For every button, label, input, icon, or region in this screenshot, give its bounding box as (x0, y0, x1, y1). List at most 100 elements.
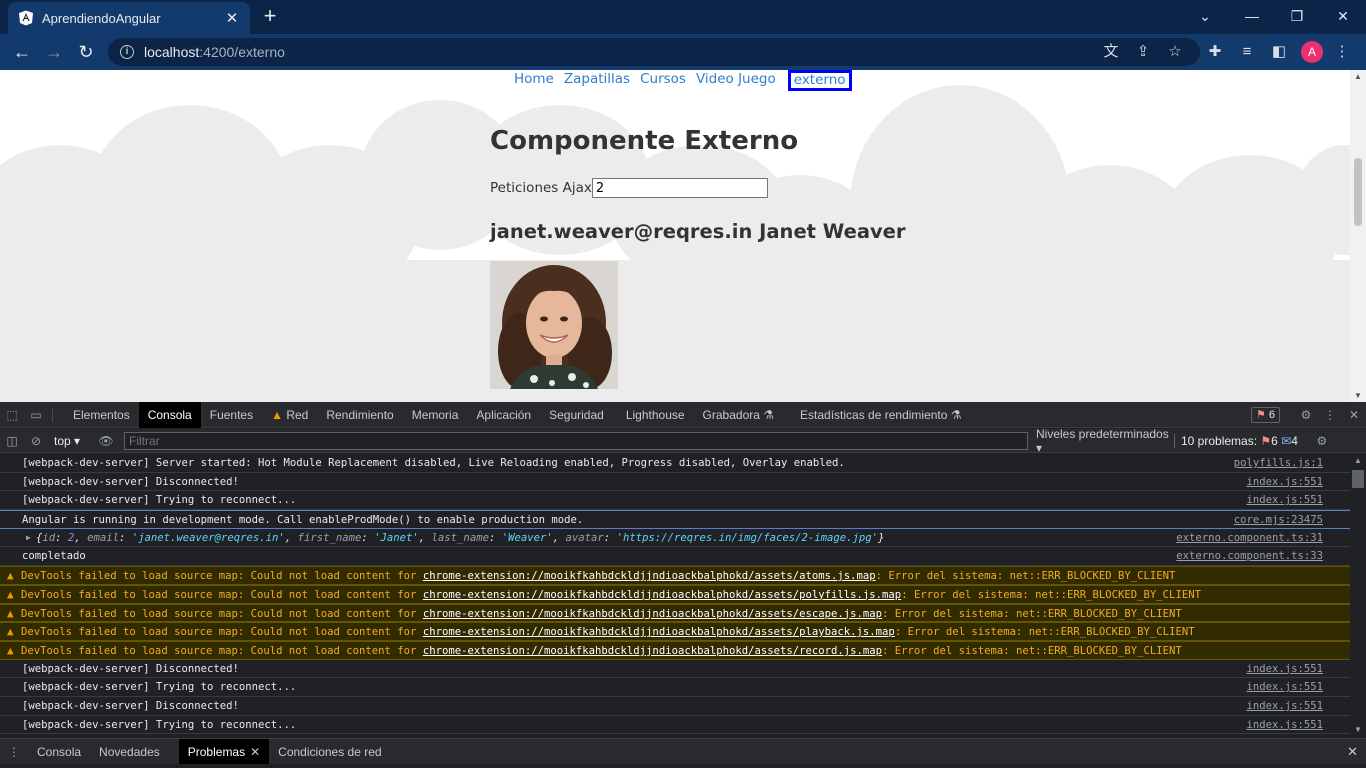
close-tab-icon[interactable]: ✕ (250, 745, 260, 759)
scroll-down-arrow-icon[interactable]: ▼ (1350, 725, 1366, 734)
log-source-link[interactable]: index.js:551 (1246, 716, 1323, 734)
url-host: localhost (144, 44, 200, 60)
error-flag-icon: ⚑ (1260, 433, 1272, 448)
log-source-link[interactable]: index.js:551 (1246, 491, 1323, 509)
scroll-up-arrow-icon[interactable]: ▲ (1350, 456, 1366, 465)
tab-search-icon[interactable]: ⌄ (1193, 5, 1217, 29)
nav-link-zapatillas[interactable]: Zapatillas (560, 70, 634, 91)
expand-caret-icon[interactable]: ▶ (26, 529, 31, 547)
console-scrollbar[interactable]: ▲ ▼ (1350, 454, 1366, 736)
warning-prefix: DevTools failed to load source map: Coul… (21, 644, 417, 657)
tab-consola[interactable]: Consola (138, 401, 201, 428)
side-panel-icon[interactable]: ◧ (1269, 42, 1289, 62)
warning-url-link[interactable]: chrome-extension://mooikfkahbdckldjjndio… (423, 589, 901, 601)
ajax-label: Peticiones Ajax (490, 180, 592, 196)
error-count: 6 (1268, 409, 1275, 421)
console-log-line: [webpack-dev-server] Disconnected! index.… (0, 660, 1350, 679)
log-source-link[interactable]: core.mjs:23475 (1234, 511, 1323, 528)
tab-fuentes[interactable]: Fuentes (201, 402, 262, 428)
error-count-badge[interactable]: ⚑ 6 (1250, 407, 1280, 423)
log-source-link[interactable]: index.js:551 (1246, 473, 1323, 491)
sidebar-toggle-icon[interactable]: ◫ (0, 434, 24, 448)
log-levels-select[interactable]: Niveles predeterminados ▾ (1036, 427, 1174, 455)
tab-estadisticas[interactable]: Estadísticas de rendimiento ⚗ (791, 402, 971, 428)
forward-button[interactable]: → (42, 40, 66, 64)
ajax-user-id-input[interactable] (591, 178, 768, 198)
warning-icon: ▲ (7, 625, 14, 639)
inspect-element-icon[interactable]: ⬚ (0, 402, 24, 428)
nav-link-video-juego[interactable]: Video Juego (692, 70, 780, 91)
browser-tab[interactable]: AprendiendoAngular ✕ (8, 2, 250, 34)
translate-icon[interactable]: 文 (1101, 42, 1121, 62)
drawer-tab-problemas[interactable]: Problemas ✕ (178, 738, 270, 765)
page-scroll-thumb[interactable] (1354, 158, 1362, 226)
share-icon[interactable]: ⇪ (1133, 42, 1153, 62)
restore-button[interactable]: ❐ (1285, 5, 1309, 29)
nav-link-externo[interactable]: externo (787, 70, 852, 91)
scroll-up-arrow-icon[interactable]: ▲ (1350, 72, 1366, 81)
log-source-link[interactable]: polyfills.js:1 (1234, 454, 1323, 472)
reload-button[interactable]: ↻ (74, 40, 98, 64)
back-button[interactable]: ← (10, 40, 34, 64)
log-source-link[interactable]: index.js:551 (1246, 660, 1323, 678)
console-log-line: [webpack-dev-server] Server started: Hot… (0, 454, 1350, 473)
drawer-tab-consola[interactable]: Consola (28, 739, 90, 765)
drawer-tab-bar: ⋮ Consola Novedades Problemas ✕ Condicion… (0, 738, 1366, 765)
problems-counter[interactable]: 10 problemas: ⚑6 ✉4 (1174, 433, 1298, 448)
drawer-tab-condiciones-red[interactable]: Condiciones de red (269, 739, 390, 765)
log-source-link[interactable]: externo.component.ts:31 (1176, 529, 1323, 547)
close-devtools-icon[interactable]: ✕ (1342, 402, 1366, 428)
console-warning-line: ▲ DevTools failed to load source map: Cou… (0, 640, 1350, 660)
drawer-tab-novedades[interactable]: Novedades (90, 739, 169, 765)
log-source-link[interactable]: externo.component.ts:33 (1176, 547, 1323, 565)
tab-seguridad[interactable]: Seguridad (540, 402, 613, 428)
warning-prefix: DevTools failed to load source map: Coul… (21, 607, 417, 620)
problems-info: 4 (1291, 433, 1298, 448)
close-tab-icon[interactable]: ✕ (224, 9, 240, 27)
tab-elementos[interactable]: Elementos (64, 402, 139, 428)
page-scrollbar[interactable]: ▲ ▼ (1350, 70, 1366, 402)
new-tab-button[interactable]: + (258, 5, 282, 29)
problems-errors: 6 (1271, 433, 1278, 448)
tab-rendimiento[interactable]: Rendimiento (317, 402, 402, 428)
scroll-down-arrow-icon[interactable]: ▼ (1350, 391, 1366, 400)
console-scroll-thumb[interactable] (1352, 470, 1364, 488)
reading-list-icon[interactable]: ≡ (1237, 42, 1257, 62)
clear-console-icon[interactable]: ⊘ (24, 434, 48, 448)
context-select[interactable]: top ▾ (48, 434, 94, 448)
nav-link-cursos[interactable]: Cursos (636, 70, 690, 91)
device-toolbar-icon[interactable]: ▭ (24, 402, 48, 428)
tab-aplicacion[interactable]: Aplicación (467, 402, 540, 428)
devtools-menu-icon[interactable]: ⋮ (1318, 402, 1342, 428)
browser-menu-icon[interactable]: ⋮ (1332, 42, 1352, 62)
tab-lighthouse[interactable]: Lighthouse (617, 402, 694, 428)
close-window-button[interactable]: ✕ (1331, 5, 1355, 29)
warning-url-link[interactable]: chrome-extension://mooikfkahbdckldjjndio… (423, 570, 876, 582)
console-object-line[interactable]: ▶ {id: 2, email: 'janet.weaver@reqres.in… (0, 529, 1350, 548)
close-drawer-icon[interactable]: ✕ (1347, 739, 1358, 765)
app-nav: Home Zapatillas Cursos Video Juego exter… (510, 70, 854, 91)
drawer-menu-icon[interactable]: ⋮ (0, 745, 28, 759)
log-text: [webpack-dev-server] Trying to reconnect… (22, 718, 297, 731)
console-filter-input[interactable] (124, 431, 1028, 450)
tab-grabadora[interactable]: Grabadora ⚗ (694, 402, 783, 428)
tab-memoria[interactable]: Memoria (403, 402, 468, 428)
settings-gear-icon[interactable]: ⚙ (1294, 402, 1318, 428)
warning-url-link[interactable]: chrome-extension://mooikfkahbdckldjjndio… (423, 626, 895, 638)
nav-link-home[interactable]: Home (510, 70, 558, 91)
log-source-link[interactable]: index.js:551 (1246, 697, 1323, 715)
warning-url-link[interactable]: chrome-extension://mooikfkahbdckldjjndio… (423, 608, 882, 620)
log-source-link[interactable]: index.js:551 (1246, 678, 1323, 696)
profile-avatar[interactable]: A (1301, 41, 1323, 63)
extensions-icon[interactable]: ✚ (1205, 42, 1225, 62)
warning-url-link[interactable]: chrome-extension://mooikfkahbdckldjjndio… (423, 645, 882, 657)
live-expression-eye-icon[interactable]: 👁 (94, 434, 118, 448)
info-message-icon: ✉ (1281, 433, 1292, 448)
site-info-icon[interactable]: i (120, 45, 134, 59)
console-log-line: Angular is running in development mode. … (0, 510, 1350, 529)
address-bar[interactable]: i localhost:4200/externo (108, 38, 1200, 66)
minimize-button[interactable]: — (1240, 5, 1264, 29)
tab-red[interactable]: ▲ Red (262, 402, 317, 428)
bookmark-star-icon[interactable]: ☆ (1165, 42, 1185, 62)
console-settings-gear-icon[interactable]: ⚙ (1310, 434, 1334, 448)
